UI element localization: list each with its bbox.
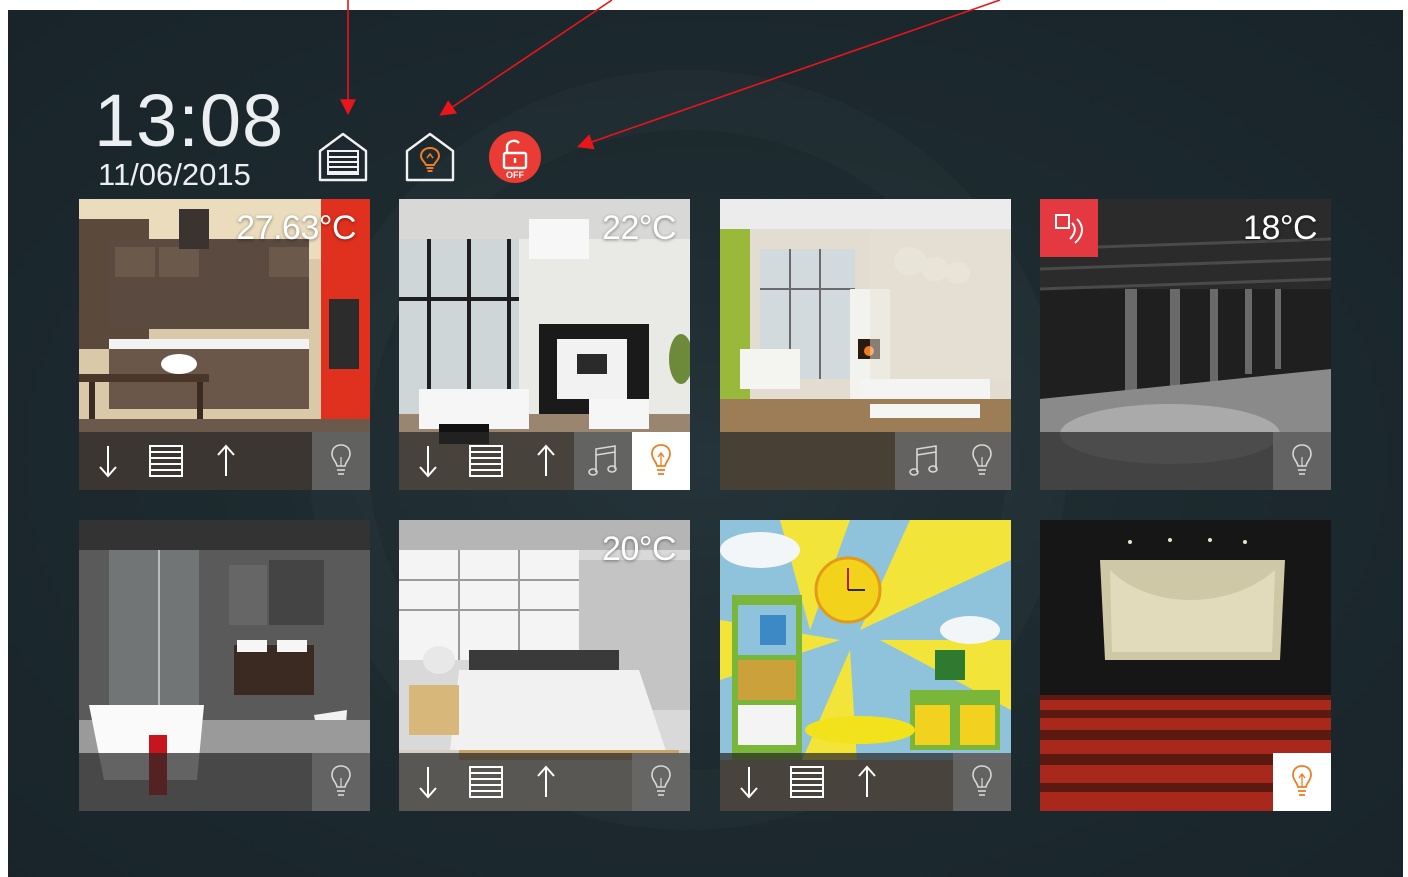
clock-time: 13:08 <box>94 79 285 162</box>
arrow-up-icon[interactable] <box>529 753 563 811</box>
light-bulb-icon[interactable] <box>312 432 370 490</box>
alarm-off-label: OFF <box>506 170 524 180</box>
room-temperature: 22°C <box>602 209 676 247</box>
motion-sensor-icon[interactable] <box>1040 199 1098 257</box>
light-bulb-icon[interactable] <box>632 753 690 811</box>
arrow-down-icon[interactable] <box>91 432 125 490</box>
arrow-up-icon[interactable] <box>529 432 563 490</box>
room-tile-kids-room[interactable] <box>720 520 1011 811</box>
shutter-icon[interactable] <box>145 432 187 490</box>
light-bulb-icon[interactable] <box>1273 753 1331 811</box>
arrow-up-icon[interactable] <box>209 432 243 490</box>
alarm-off-icon[interactable]: OFF <box>488 130 542 184</box>
shutter-icon[interactable] <box>465 432 507 490</box>
light-bulb-icon[interactable] <box>312 753 370 811</box>
garage-shutter-icon[interactable] <box>316 130 370 184</box>
house-light-icon[interactable] <box>403 130 457 184</box>
room-temperature: 20°C <box>602 530 676 568</box>
room-tile-dining-room[interactable] <box>720 199 1011 490</box>
arrow-down-icon[interactable] <box>411 753 445 811</box>
clock-date: 11/06/2015 <box>98 157 251 192</box>
arrow-down-icon[interactable] <box>732 753 766 811</box>
music-note-icon[interactable] <box>895 432 953 490</box>
room-tile-bedroom[interactable]: 20°C <box>399 520 690 811</box>
light-bulb-icon[interactable] <box>632 432 690 490</box>
clock-widget: 13:08 11/06/2015 <box>80 79 296 192</box>
room-temperature: 27.63°C <box>236 209 356 247</box>
light-bulb-icon[interactable] <box>953 753 1011 811</box>
music-note-icon[interactable] <box>574 432 632 490</box>
light-bulb-icon[interactable] <box>953 432 1011 490</box>
room-tile-home-cinema[interactable] <box>1040 520 1331 811</box>
room-temperature: 18°C <box>1243 209 1317 247</box>
shutter-icon[interactable] <box>786 753 828 811</box>
room-tile-kitchen[interactable]: 27.63°C <box>79 199 370 490</box>
room-tile-garage[interactable]: 18°C <box>1040 199 1331 490</box>
room-tile-bathroom[interactable] <box>79 520 370 811</box>
arrow-down-icon[interactable] <box>411 432 445 490</box>
shutter-icon[interactable] <box>465 753 507 811</box>
room-tile-living-room[interactable]: 22°C <box>399 199 690 490</box>
light-bulb-icon[interactable] <box>1273 432 1331 490</box>
arrow-up-icon[interactable] <box>850 753 884 811</box>
